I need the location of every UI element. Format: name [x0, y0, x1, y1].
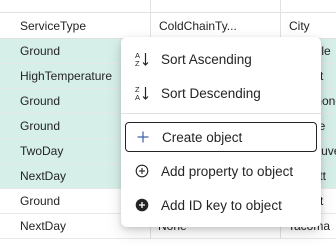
context-menu: A Z Sort Ascending Z A Sort Descending C…: [121, 37, 321, 227]
header-coldchaintype[interactable]: ColdChainTy...: [150, 13, 280, 39]
sort-ascending-icon: A Z: [135, 51, 149, 67]
grid-top-strip: [0, 0, 336, 13]
column-separator: [150, 0, 151, 13]
grid-header: ServiceType ColdChainTy... City: [0, 13, 336, 39]
menu-item-label: Add property to object: [161, 163, 294, 179]
sort-descending-icon: Z A: [135, 85, 149, 101]
menu-item-sort-ascending[interactable]: A Z Sort Ascending: [125, 44, 317, 74]
menu-divider: [121, 113, 321, 114]
plus-icon: [136, 130, 150, 144]
menu-item-add-id-key[interactable]: Add ID key to object: [125, 190, 317, 220]
menu-item-add-property[interactable]: Add property to object: [125, 156, 317, 186]
svg-text:A: A: [135, 93, 140, 101]
menu-item-label: Create object: [162, 129, 243, 145]
menu-item-sort-descending[interactable]: Z A Sort Descending: [125, 78, 317, 108]
menu-item-label: Add ID key to object: [161, 197, 282, 213]
menu-item-label: Sort Ascending: [161, 51, 252, 67]
svg-text:Z: Z: [135, 59, 140, 67]
column-separator: [280, 0, 281, 13]
menu-item-create-object[interactable]: Create object: [125, 122, 317, 152]
add-circle-filled-icon: [135, 198, 149, 212]
add-circle-outline-icon: [135, 164, 149, 178]
header-servicetype[interactable]: ServiceType: [12, 13, 150, 39]
header-city[interactable]: City: [280, 13, 336, 39]
menu-item-label: Sort Descending: [161, 85, 261, 101]
